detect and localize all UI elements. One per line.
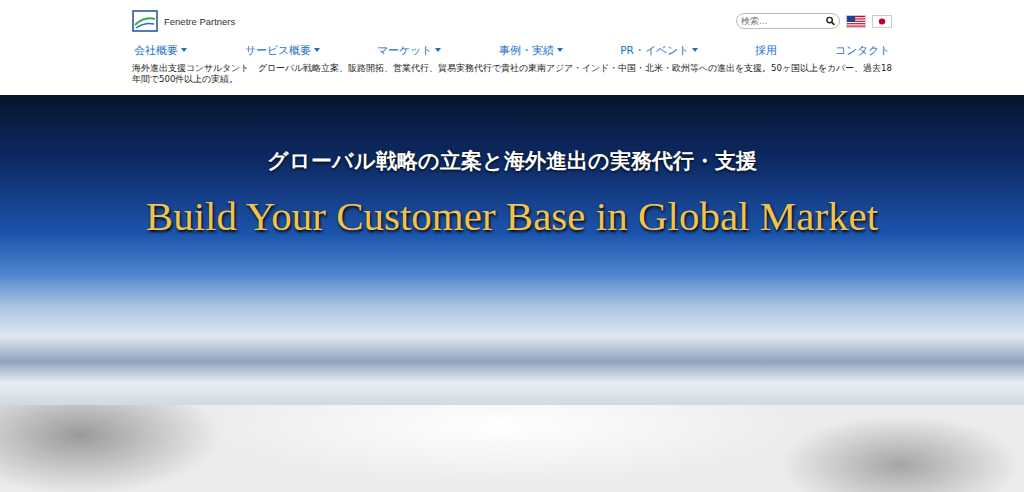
dropdown-caret-icon[interactable] (435, 48, 441, 52)
nav-label[interactable]: PR・イベント (620, 42, 689, 58)
dropdown-caret-icon[interactable] (181, 48, 187, 52)
dropdown-caret-icon[interactable] (692, 48, 698, 52)
japan-flag-icon[interactable] (872, 15, 892, 28)
logo[interactable]: Fenetre Partners (132, 10, 235, 32)
search-box (736, 13, 840, 29)
header-top: Fenetre Partners (132, 8, 892, 34)
nav-label[interactable]: コンタクト (835, 42, 890, 58)
nav-item[interactable]: マーケット (377, 42, 441, 58)
nav-label[interactable]: マーケット (377, 42, 432, 58)
tagline: 海外進出支援コンサルタント グローバル戦略立案、販路開拓、営業代行、貿易実務代行… (132, 63, 892, 89)
search-icon[interactable] (826, 16, 835, 26)
search-input[interactable] (741, 16, 826, 26)
cloud-section (0, 405, 1024, 492)
nav-item[interactable]: PR・イベント (620, 42, 698, 58)
header-container: Fenetre Partners 会社概要 サービス概要 マーケット 事例・実績 PR・イ… (132, 8, 892, 89)
nav-item[interactable]: サービス概要 (245, 42, 320, 58)
site-header: Fenetre Partners 会社概要 サービス概要 マーケット 事例・実績 PR・イ… (0, 0, 1024, 95)
main-nav: 会社概要 サービス概要 マーケット 事例・実績 PR・イベント 採用 コンタクト (132, 42, 892, 58)
nav-label[interactable]: サービス概要 (245, 42, 311, 58)
hero-banner: グローバル戦略の立案と海外進出の実務代行・支援 Build Your Custom… (0, 95, 1024, 405)
dropdown-caret-icon[interactable] (314, 48, 320, 52)
logo-text[interactable]: Fenetre Partners (164, 16, 235, 27)
nav-label[interactable]: 事例・実績 (499, 42, 554, 58)
dropdown-caret-icon[interactable] (557, 48, 563, 52)
nav-item[interactable]: 採用 (755, 42, 777, 58)
nav-item[interactable]: 会社概要 (134, 42, 187, 58)
us-flag-icon[interactable] (846, 15, 866, 28)
nav-item[interactable]: コンタクト (835, 42, 890, 58)
hero-title: Build Your Customer Base in Global Marke… (146, 193, 878, 239)
logo-icon[interactable] (132, 10, 158, 32)
hero-subtitle: グローバル戦略の立案と海外進出の実務代行・支援 (267, 147, 757, 175)
nav-item[interactable]: 事例・実績 (499, 42, 563, 58)
nav-label[interactable]: 採用 (755, 42, 777, 58)
header-tools (736, 13, 892, 29)
nav-label[interactable]: 会社概要 (134, 42, 178, 58)
